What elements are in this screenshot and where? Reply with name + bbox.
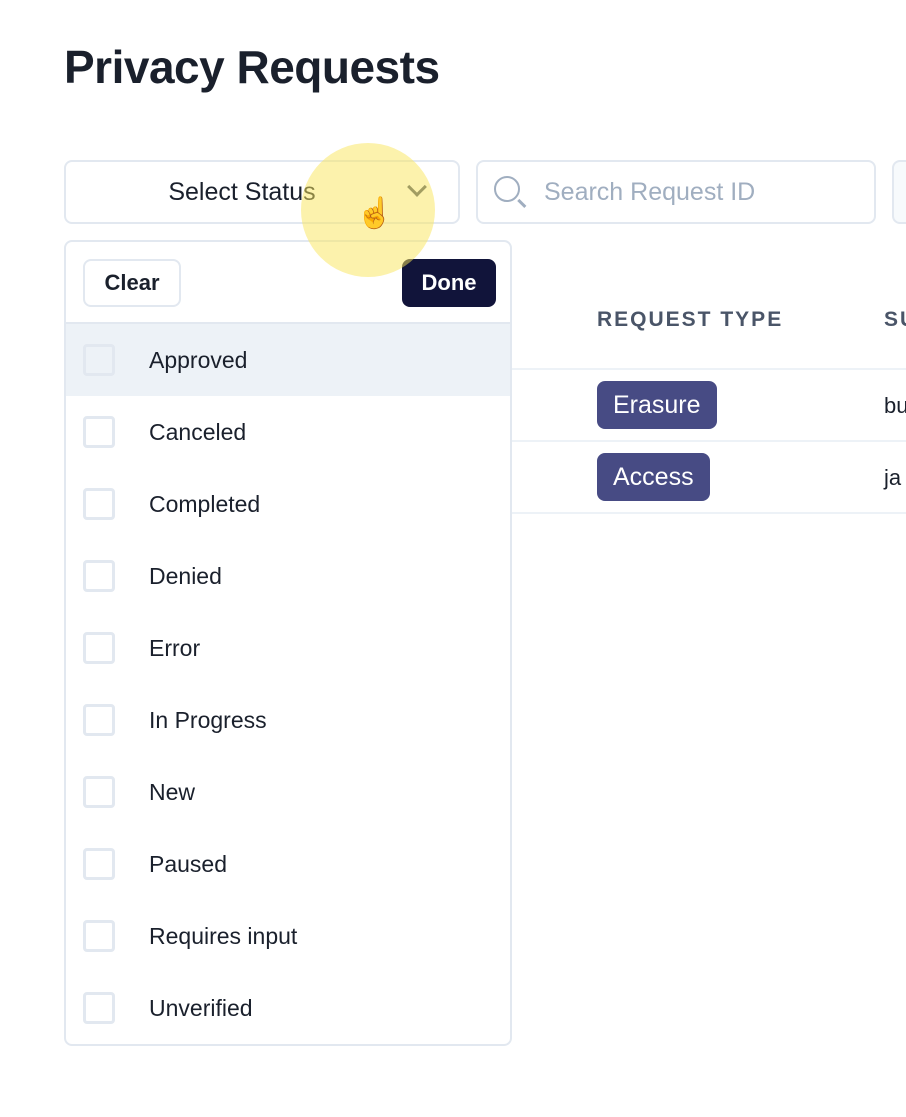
page-title: Privacy Requests bbox=[64, 41, 440, 93]
checkbox[interactable] bbox=[83, 488, 115, 520]
filter-button[interactable] bbox=[892, 160, 906, 224]
status-option-error[interactable]: Error bbox=[66, 612, 510, 684]
search-icon bbox=[494, 176, 520, 202]
request-type-badge: Access bbox=[597, 453, 710, 501]
status-option-denied[interactable]: Denied bbox=[66, 540, 510, 612]
search-input[interactable] bbox=[544, 177, 864, 207]
option-label: New bbox=[149, 778, 196, 805]
checkbox[interactable] bbox=[83, 344, 115, 376]
status-option-in-progress[interactable]: In Progress bbox=[66, 684, 510, 756]
option-label: Requires input bbox=[149, 922, 298, 949]
row-divider bbox=[510, 368, 906, 370]
option-label: In Progress bbox=[149, 706, 267, 733]
subject-cell: ja bbox=[884, 465, 902, 490]
checkbox[interactable] bbox=[83, 848, 115, 880]
search-field[interactable] bbox=[476, 160, 876, 224]
status-option-paused[interactable]: Paused bbox=[66, 828, 510, 900]
done-button[interactable]: Done bbox=[402, 259, 496, 307]
status-option-requires-input[interactable]: Requires input bbox=[66, 900, 510, 972]
checkbox[interactable] bbox=[83, 416, 115, 448]
option-label: Denied bbox=[149, 562, 222, 589]
checkbox[interactable] bbox=[83, 704, 115, 736]
checkbox[interactable] bbox=[83, 560, 115, 592]
status-option-unverified[interactable]: Unverified bbox=[66, 972, 510, 1044]
option-label: Paused bbox=[149, 850, 228, 877]
column-header-request-type: REQUEST TYPE bbox=[597, 308, 784, 331]
request-type-badge: Erasure bbox=[597, 381, 717, 429]
status-option-new[interactable]: New bbox=[66, 756, 510, 828]
checkbox[interactable] bbox=[83, 632, 115, 664]
option-label: Approved bbox=[149, 346, 248, 373]
dropdown-header: Clear Done bbox=[66, 242, 510, 324]
status-select[interactable]: Select Status bbox=[64, 160, 460, 224]
option-label: Completed bbox=[149, 490, 261, 517]
status-select-label: Select Status bbox=[168, 177, 316, 206]
checkbox[interactable] bbox=[83, 776, 115, 808]
row-divider bbox=[510, 440, 906, 442]
status-option-canceled[interactable]: Canceled bbox=[66, 396, 510, 468]
chevron-down-icon bbox=[407, 177, 427, 197]
status-dropdown-menu: Clear Done Approved Canceled Completed Deni… bbox=[64, 240, 512, 1046]
row-divider bbox=[510, 512, 906, 514]
option-label: Error bbox=[149, 634, 201, 661]
status-option-approved[interactable]: Approved bbox=[66, 324, 510, 396]
clear-button[interactable]: Clear bbox=[83, 259, 181, 307]
option-label: Unverified bbox=[149, 994, 253, 1021]
status-option-completed[interactable]: Completed bbox=[66, 468, 510, 540]
column-header-subject: SU bbox=[884, 308, 906, 331]
option-label: Canceled bbox=[149, 418, 247, 445]
subject-cell: bu bbox=[884, 393, 906, 418]
checkbox[interactable] bbox=[83, 992, 115, 1024]
checkbox[interactable] bbox=[83, 920, 115, 952]
